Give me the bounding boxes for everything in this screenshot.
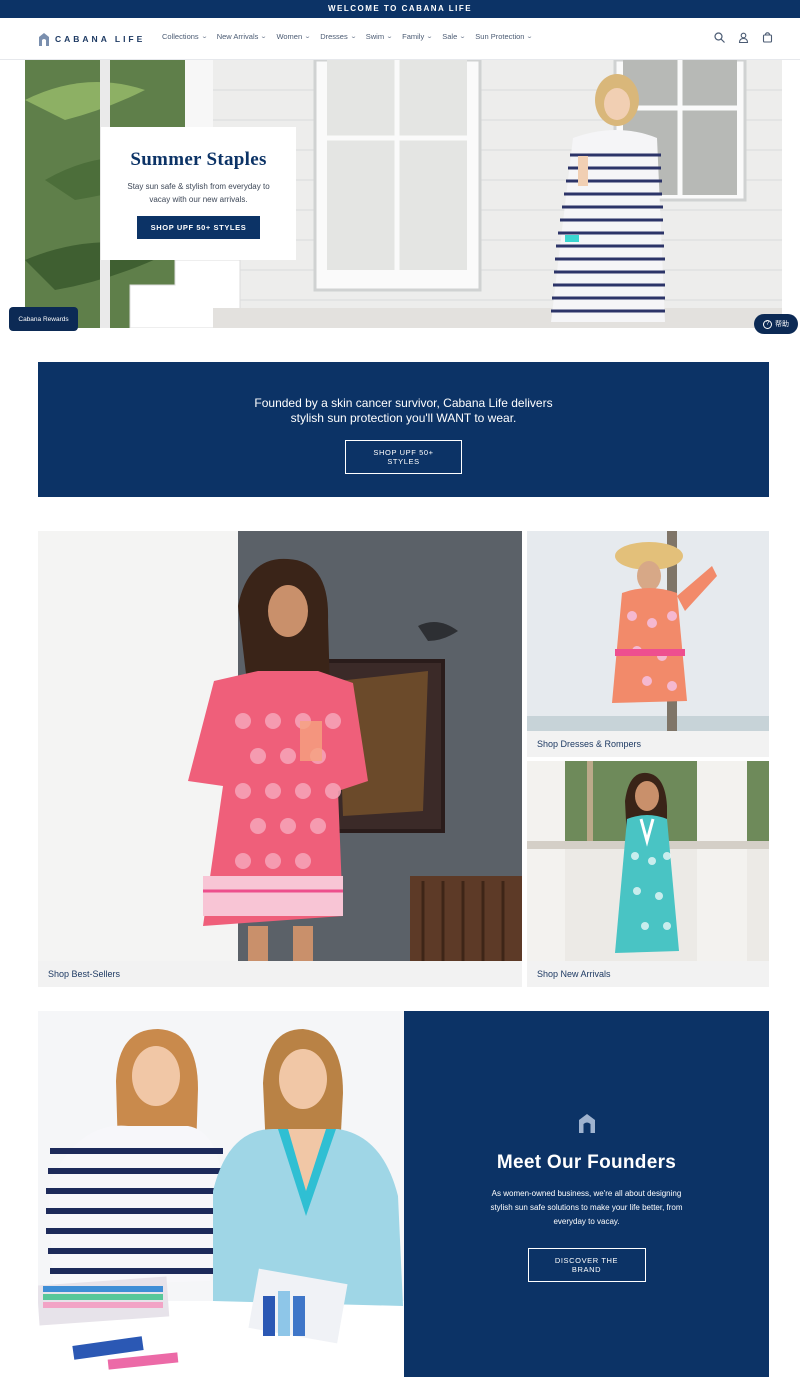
- hero-banner: Summer Staples Stay sun safe & stylish f…: [25, 60, 782, 328]
- tile-label: Shop New Arrivals: [527, 961, 769, 987]
- tile-label: Shop Dresses & Rompers: [527, 731, 769, 757]
- nav-label: New Arrivals: [216, 32, 259, 41]
- tile-label: Shop Best-Sellers: [38, 961, 522, 987]
- nav-item-sale[interactable]: Sale ⌄: [442, 32, 467, 41]
- founders-panel: Meet Our Founders As women-owned busines…: [404, 1011, 769, 1377]
- nav-label: Sale: [442, 32, 458, 41]
- hero-card: Summer Staples Stay sun safe & stylish f…: [101, 127, 296, 260]
- cabana-rewards-button[interactable]: Cabana Rewards: [9, 307, 78, 331]
- tile-best-sellers[interactable]: Shop Best-Sellers: [38, 531, 522, 987]
- tile-dresses-rompers[interactable]: Shop Dresses & Rompers: [527, 531, 769, 757]
- nav-label: Sun Protection: [475, 32, 525, 41]
- chevron-down-icon: ⌄: [260, 34, 268, 40]
- nav-item-women[interactable]: Women ⌄: [276, 32, 312, 41]
- announcement-bar: WELCOME TO CABANA LIFE: [0, 0, 800, 18]
- nav-item-sun-protection[interactable]: Sun Protection ⌄: [475, 32, 534, 41]
- tile-new-arrivals[interactable]: Shop New Arrivals: [527, 761, 769, 987]
- mission-banner: Founded by a skin cancer survivor, Caban…: [38, 362, 769, 497]
- search-icon[interactable]: [712, 30, 726, 44]
- discover-brand-button[interactable]: DISCOVER THE BRAND: [527, 1248, 646, 1282]
- site-header: CABANA LIFE Collections ⌄ New Arrivals ⌄ W…: [0, 18, 800, 60]
- logo[interactable]: CABANA LIFE: [38, 30, 145, 48]
- chevron-down-icon: ⌄: [426, 34, 434, 40]
- cabana-logo-icon: [39, 33, 49, 46]
- chevron-down-icon: ⌄: [526, 34, 534, 40]
- header-icons: [712, 30, 774, 44]
- nav-label: Collections: [162, 32, 199, 41]
- help-label: 帮助: [775, 321, 789, 328]
- best-sellers-image: [38, 531, 522, 961]
- nav-item-new-arrivals[interactable]: New Arrivals ⌄: [216, 32, 268, 41]
- nav-label: Family: [402, 32, 425, 41]
- nav-label: Dresses: [320, 32, 348, 41]
- main-nav: Collections ⌄ New Arrivals ⌄ Women ⌄ Dresse…: [162, 32, 534, 41]
- chevron-down-icon: ⌄: [386, 34, 394, 40]
- cabana-logo-icon: [578, 1114, 595, 1133]
- dresses-rompers-image: [527, 531, 769, 731]
- nav-item-swim[interactable]: Swim ⌄: [365, 32, 394, 41]
- founders-text: As women-owned business, we're all about…: [490, 1189, 683, 1226]
- founders-image: [38, 1011, 404, 1377]
- chevron-down-icon: ⌄: [459, 34, 467, 40]
- nav-label: Women: [276, 32, 303, 41]
- help-button[interactable]: ? 帮助: [754, 314, 798, 334]
- hero-title: Summer Staples: [130, 149, 267, 170]
- nav-label: Swim: [365, 32, 385, 41]
- chevron-down-icon: ⌄: [200, 34, 208, 40]
- mission-shop-button[interactable]: SHOP UPF 50+ STYLES: [345, 440, 462, 474]
- hero-shop-button[interactable]: SHOP UPF 50+ STYLES: [136, 216, 261, 239]
- founders-title: Meet Our Founders: [496, 1152, 677, 1173]
- hero-text: Stay sun safe & stylish from everyday to…: [127, 182, 270, 204]
- cart-icon[interactable]: [760, 30, 774, 44]
- new-arrivals-image: [527, 761, 769, 961]
- founders-image-block: [38, 1011, 404, 1377]
- nav-item-dresses[interactable]: Dresses ⌄: [320, 32, 357, 41]
- chevron-down-icon: ⌄: [349, 34, 357, 40]
- logo-text: CABANA LIFE: [55, 34, 146, 44]
- nav-item-collections[interactable]: Collections ⌄: [162, 32, 208, 41]
- mission-text: Founded by a skin cancer survivor, Caban…: [254, 396, 553, 425]
- nav-item-family[interactable]: Family ⌄: [402, 32, 434, 41]
- chevron-down-icon: ⌄: [304, 34, 312, 40]
- help-icon: ?: [763, 319, 772, 329]
- account-icon[interactable]: [736, 30, 750, 44]
